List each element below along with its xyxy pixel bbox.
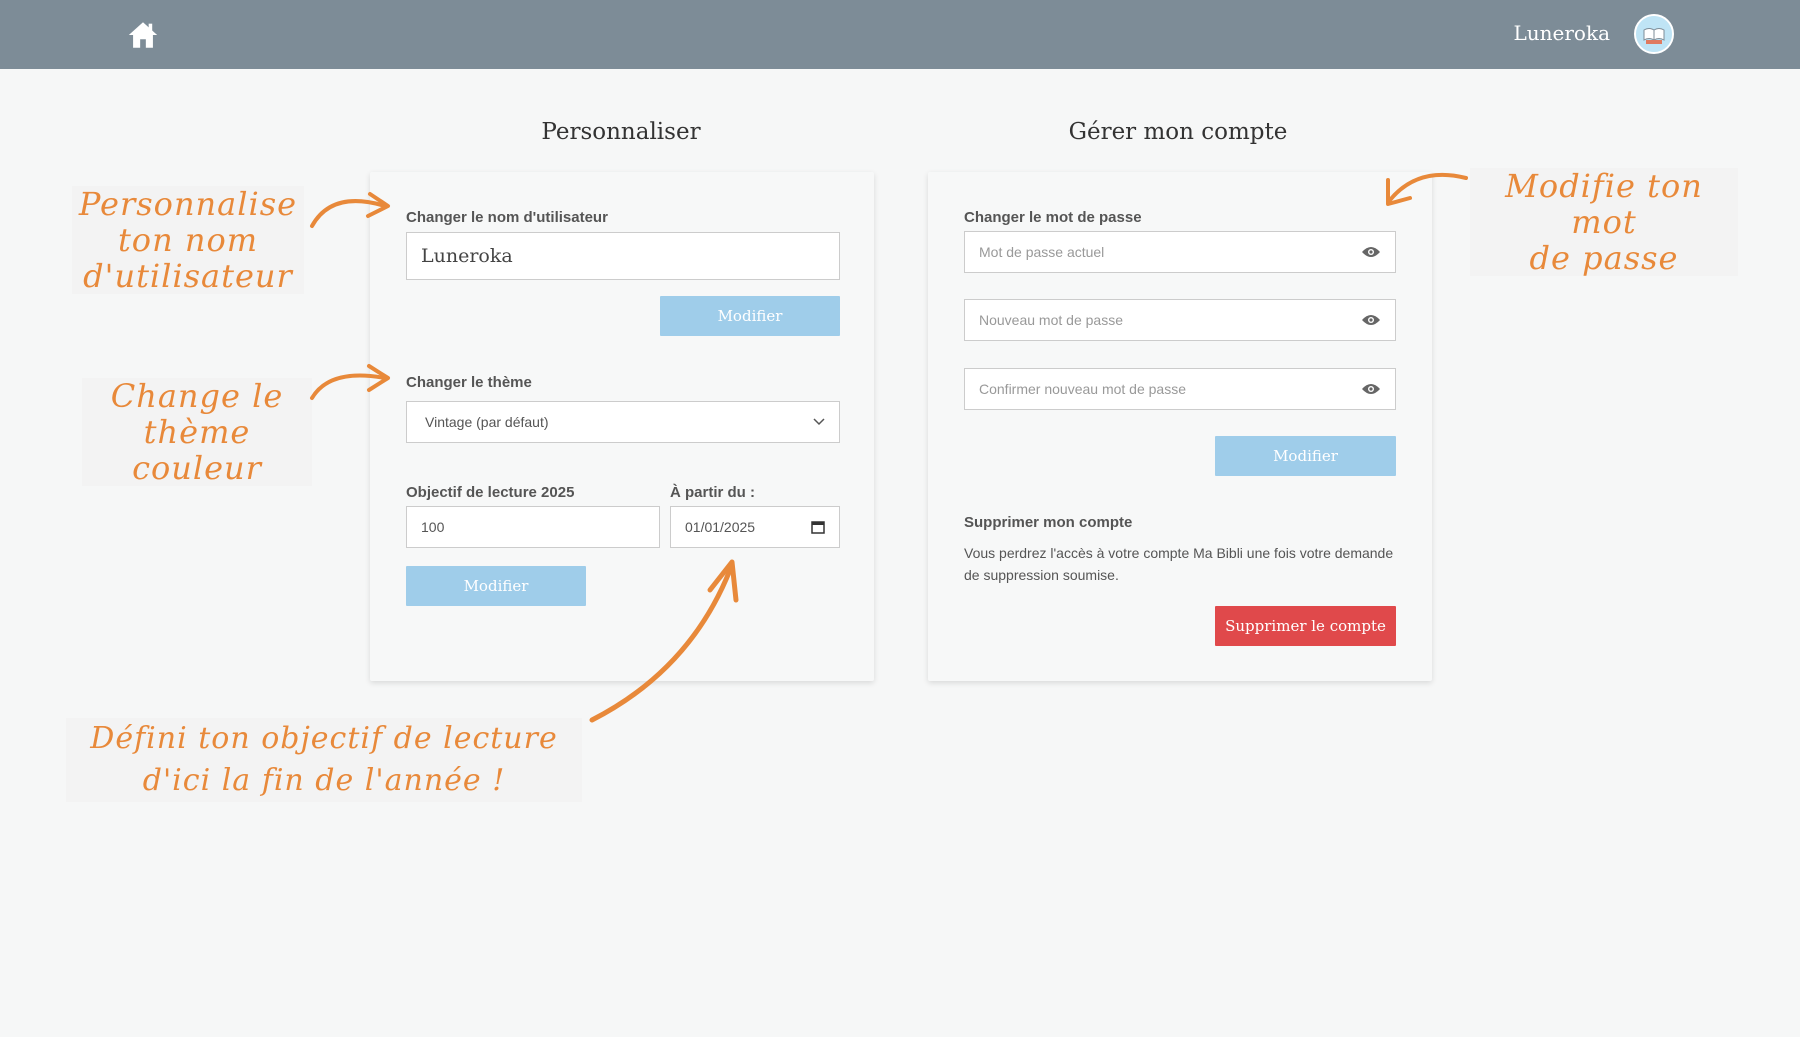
password-arrow [1386, 172, 1468, 206]
